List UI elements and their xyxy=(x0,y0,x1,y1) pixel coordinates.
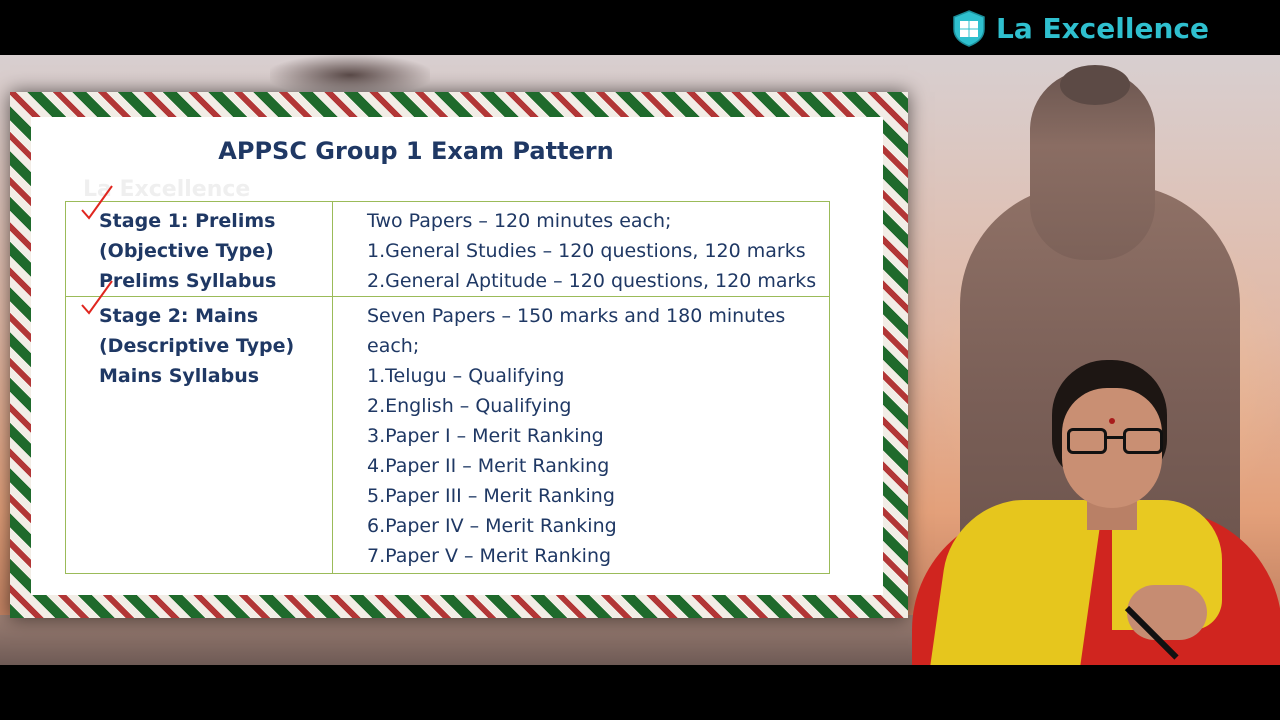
detail-line: Seven Papers – 150 marks and 180 minutes xyxy=(367,305,786,327)
brand-logo: La Excellence xyxy=(950,8,1209,48)
stage-syllabus-link[interactable]: Prelims Syllabus xyxy=(99,266,332,296)
statue-head-left xyxy=(270,55,430,95)
stage-title: Stage 2: Mains xyxy=(99,305,259,327)
table-row-prelims: Stage 1: Prelims (Objective Type) Prelim… xyxy=(65,185,830,297)
shield-logo-icon xyxy=(953,10,985,47)
detail-line: 5.Paper III – Merit Ranking xyxy=(367,485,615,507)
detail-line: each; xyxy=(367,335,420,357)
presenter-dupatta xyxy=(930,500,1104,665)
slide: La Excellence APPSC Group 1 Exam Pattern… xyxy=(31,117,883,595)
exam-pattern-table: Stage 1: Prelims (Objective Type) Prelim… xyxy=(65,185,830,574)
detail-line: 2.English – Qualifying xyxy=(367,395,572,417)
brand-name: La Excellence xyxy=(996,11,1209,45)
detail-line: 7.Paper V – Merit Ranking xyxy=(367,545,612,567)
presenter-bindi xyxy=(1109,418,1115,424)
check-mark-icon xyxy=(81,280,113,315)
detail-line: 1.General Studies – 120 questions, 120 m… xyxy=(367,240,806,262)
presenter-hand xyxy=(1127,585,1207,640)
detail-line: 6.Paper IV – Merit Ranking xyxy=(367,515,617,537)
detail-line: 2.General Aptitude – 120 questions, 120 … xyxy=(367,270,817,292)
stage-type: (Descriptive Type) xyxy=(99,335,295,357)
detail-line: 1.Telugu – Qualifying xyxy=(367,365,565,387)
buddha-statue-topknot xyxy=(1060,65,1130,105)
check-mark-icon xyxy=(81,185,113,220)
slide-title: APPSC Group 1 Exam Pattern xyxy=(218,137,614,165)
detail-cell-mains: Seven Papers – 150 marks and 180 minutes… xyxy=(332,296,830,574)
detail-line: Two Papers – 120 minutes each; xyxy=(367,210,672,232)
stage-type: (Objective Type) xyxy=(99,240,274,262)
stage-cell-mains: Stage 2: Mains (Descriptive Type) Mains … xyxy=(65,280,333,574)
detail-line: 4.Paper II – Merit Ranking xyxy=(367,455,610,477)
presenter-video xyxy=(912,360,1280,665)
stage-title: Stage 1: Prelims xyxy=(99,210,276,232)
glasses-icon xyxy=(1067,428,1165,458)
detail-line: 3.Paper I – Merit Ranking xyxy=(367,425,604,447)
stage-syllabus-link[interactable]: Mains Syllabus xyxy=(99,361,332,391)
bottom-letterbox xyxy=(0,665,1280,720)
detail-cell-prelims: Two Papers – 120 minutes each; 1.General… xyxy=(332,201,830,297)
table-row-mains: Stage 2: Mains (Descriptive Type) Mains … xyxy=(65,280,830,574)
